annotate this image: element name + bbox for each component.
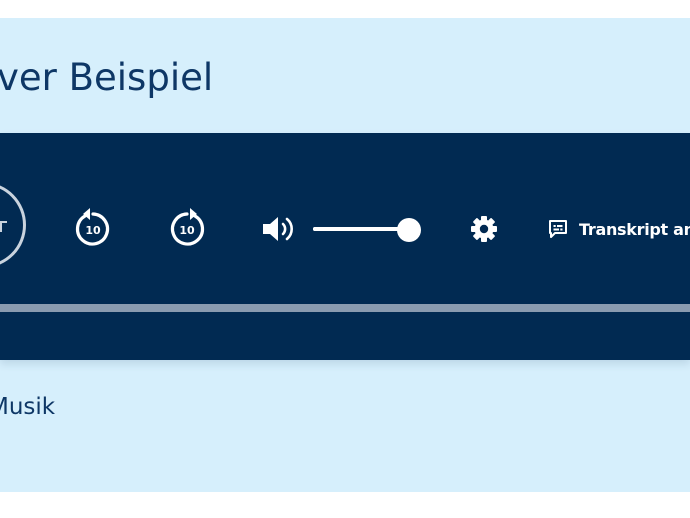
transcript-button[interactable]: Transkript an	[546, 212, 690, 246]
mute-button[interactable]	[258, 210, 298, 248]
play-icon	[0, 221, 7, 232]
rewind-seconds-label: 10	[85, 224, 101, 237]
volume-slider-fill	[313, 227, 409, 231]
track-category: Musik	[0, 394, 56, 420]
gear-icon	[471, 216, 497, 242]
forward-10-button[interactable]: 10	[166, 206, 208, 252]
forward-seconds-label: 10	[179, 224, 195, 237]
forward-10-icon: 10	[170, 208, 205, 246]
settings-button[interactable]	[466, 211, 502, 247]
volume-slider-thumb[interactable]	[397, 218, 421, 242]
volume-icon	[263, 217, 293, 241]
progress-bar[interactable]	[0, 304, 690, 312]
volume-slider[interactable]	[313, 218, 421, 242]
rewind-10-icon: 10	[75, 208, 110, 246]
transcript-button-label: Transkript an	[579, 219, 690, 239]
transcript-icon	[549, 220, 567, 238]
page: ver Beispiel 10 10 Transkript an usik	[0, 0, 690, 518]
player-title: ver Beispiel	[0, 56, 214, 99]
rewind-10-button[interactable]: 10	[72, 206, 114, 252]
